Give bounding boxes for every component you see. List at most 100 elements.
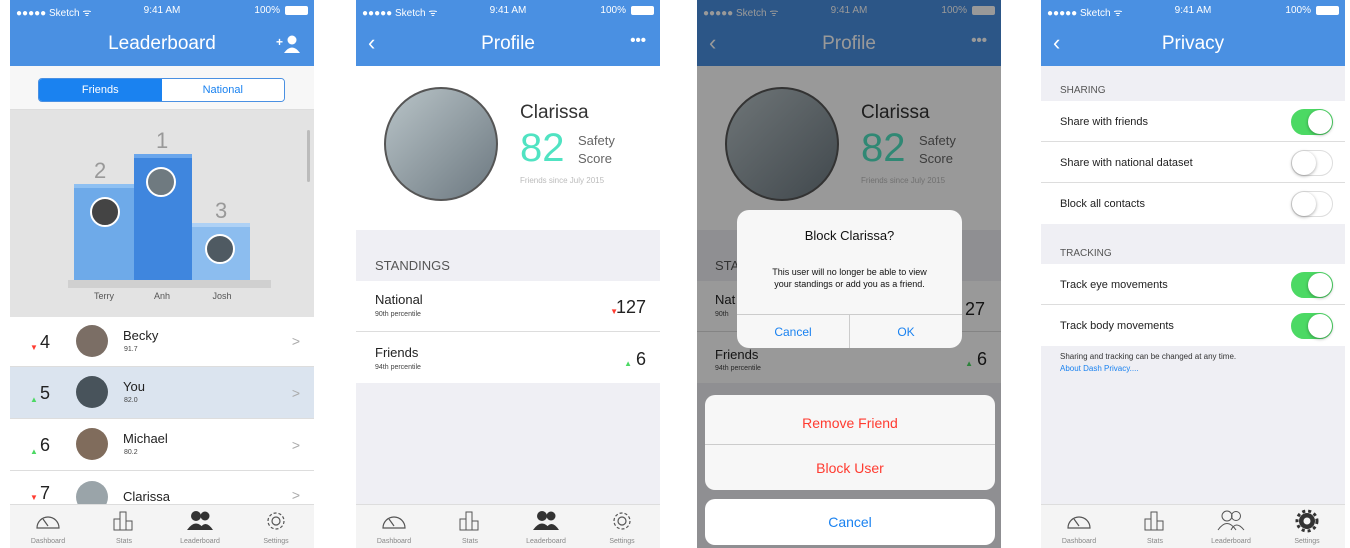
leaderboard-people-icon bbox=[533, 511, 559, 530]
trend-down-icon: ▼ bbox=[30, 493, 38, 502]
trend-up-icon: ▲ bbox=[30, 395, 38, 404]
podium-name-2: Terry bbox=[94, 291, 114, 301]
avatar-josh[interactable] bbox=[205, 234, 235, 264]
tab-label: Stats bbox=[462, 538, 478, 545]
page-title: Profile bbox=[481, 33, 535, 54]
tab-settings[interactable]: Settings bbox=[238, 505, 314, 548]
row-name: You bbox=[123, 379, 145, 394]
profile-photo bbox=[384, 87, 498, 201]
tab-stats[interactable]: Stats bbox=[432, 505, 508, 548]
remove-friend-button[interactable]: Remove Friend bbox=[705, 395, 995, 445]
trend-up-icon: ▲ bbox=[30, 447, 38, 456]
tab-bar: Dashboard Stats Leaderboard Settings bbox=[1041, 504, 1345, 548]
podium-rank-3: 3 bbox=[215, 198, 228, 223]
tracking-header: TRACKING bbox=[1060, 248, 1112, 259]
page-title: Privacy bbox=[1161, 33, 1225, 54]
setting-row-track-body[interactable]: Track body movements bbox=[1041, 305, 1345, 346]
battery-label: 100% bbox=[1285, 5, 1311, 16]
action-sheet: Remove Friend Block User bbox=[705, 395, 995, 490]
leaderboard-row-michael[interactable]: ▲ 6 Michael 80.2 > bbox=[10, 419, 314, 471]
setting-row-share-friends[interactable]: Share with friends bbox=[1041, 101, 1345, 142]
tab-settings[interactable]: Settings bbox=[1269, 505, 1345, 548]
tab-leaderboard[interactable]: Leaderboard bbox=[508, 505, 584, 548]
alert-title: Block Clarissa? bbox=[804, 228, 895, 243]
add-friend-icon[interactable]: + bbox=[276, 34, 300, 54]
privacy-link[interactable]: About Dash Privacy.... bbox=[1060, 364, 1139, 373]
trend-down-icon: ▼ bbox=[30, 343, 38, 352]
standing-label: National bbox=[375, 292, 423, 307]
safety-score: 82 bbox=[520, 126, 565, 170]
setting-label: Track eye movements bbox=[1060, 279, 1168, 291]
track-body-toggle[interactable] bbox=[1291, 313, 1333, 339]
friends-since: Friends since July 2015 bbox=[520, 176, 605, 185]
alert-cancel-button[interactable]: Cancel bbox=[737, 315, 850, 348]
battery-icon bbox=[1316, 6, 1339, 15]
leaderboard-row-becky[interactable]: ▼ 4 Becky 91.7 > bbox=[10, 317, 314, 367]
rank-label: 7 bbox=[40, 483, 51, 503]
track-eyes-toggle[interactable] bbox=[1291, 272, 1333, 298]
row-name: Becky bbox=[123, 328, 159, 343]
segment-national[interactable]: National bbox=[161, 79, 284, 101]
alert-ok-button[interactable]: OK bbox=[850, 315, 962, 348]
more-options-icon[interactable]: ••• bbox=[630, 32, 646, 49]
scroll-indicator[interactable] bbox=[307, 130, 310, 182]
standing-value: 127 bbox=[615, 297, 646, 317]
block-contacts-toggle[interactable] bbox=[1291, 191, 1333, 217]
setting-label: Share with national dataset bbox=[1060, 157, 1193, 169]
score-label: Score bbox=[578, 151, 612, 166]
status-bar: ●●●●● Sketch ᯤ 9:41 AM 100% bbox=[1041, 0, 1345, 20]
standing-row-national[interactable]: National 90th percentile ▼ 127 bbox=[356, 281, 660, 332]
chevron-right-icon: > bbox=[291, 333, 300, 349]
settings-gear-icon bbox=[1295, 509, 1319, 533]
rank-label: 6 bbox=[40, 435, 51, 455]
safety-label: Safety bbox=[578, 133, 615, 148]
tab-label: Stats bbox=[116, 538, 132, 545]
privacy-footer: Sharing and tracking can be changed at a… bbox=[1060, 352, 1237, 361]
segment-area: Friends National bbox=[10, 66, 314, 110]
tab-leaderboard[interactable]: Leaderboard bbox=[1193, 505, 1269, 548]
rank-label: 4 bbox=[40, 332, 51, 352]
setting-row-block-contacts[interactable]: Block all contacts bbox=[1041, 183, 1345, 224]
podium-rank-1: 1 bbox=[156, 128, 169, 153]
setting-label: Share with friends bbox=[1060, 116, 1149, 128]
battery-label: 100% bbox=[254, 5, 280, 16]
block-user-button[interactable]: Block User bbox=[705, 445, 995, 490]
tab-dashboard[interactable]: Dashboard bbox=[10, 505, 86, 548]
tab-label: Leaderboard bbox=[180, 538, 220, 545]
row-name: Clarissa bbox=[123, 489, 170, 504]
segment-friends[interactable]: Friends bbox=[39, 79, 162, 101]
battery-icon bbox=[285, 6, 308, 15]
avatar-terry[interactable] bbox=[90, 197, 120, 227]
standing-percentile: 90th percentile bbox=[375, 311, 421, 318]
battery-label: 100% bbox=[600, 5, 626, 16]
alert-button-row: Cancel OK bbox=[737, 314, 962, 348]
tab-stats[interactable]: Stats bbox=[86, 505, 162, 548]
tab-label: Leaderboard bbox=[526, 538, 566, 545]
leaderboard-row-you[interactable]: ▲ 5 You 82.0 > bbox=[10, 367, 314, 419]
tab-dashboard[interactable]: Dashboard bbox=[1041, 505, 1117, 548]
share-national-toggle[interactable] bbox=[1291, 150, 1333, 176]
alert-dialog: Block Clarissa? This user will no longer… bbox=[737, 210, 962, 348]
share-friends-toggle[interactable] bbox=[1291, 109, 1333, 135]
stats-bars-icon bbox=[1144, 511, 1164, 531]
setting-row-track-eyes[interactable]: Track eye movements bbox=[1041, 264, 1345, 305]
leaderboard-people-icon bbox=[187, 511, 213, 530]
dashboard-gauge-icon bbox=[382, 516, 406, 529]
svg-text:+: + bbox=[276, 35, 283, 49]
leaderboard-screen: ●●●●● Sketch ᯤ 9:41 AM 100% Leaderboard … bbox=[10, 0, 314, 548]
action-sheet-cancel-button[interactable]: Cancel bbox=[705, 499, 995, 545]
tab-leaderboard[interactable]: Leaderboard bbox=[162, 505, 238, 548]
setting-row-share-national[interactable]: Share with national dataset bbox=[1041, 142, 1345, 183]
standing-row-friends[interactable]: Friends 94th percentile ▲ 6 bbox=[356, 332, 660, 383]
tab-settings[interactable]: Settings bbox=[584, 505, 660, 548]
standing-percentile: 94th percentile bbox=[375, 364, 421, 371]
profile-header: Clarissa 82 Safety Score Friends since J… bbox=[356, 66, 660, 230]
row-score: 91.7 bbox=[124, 346, 138, 353]
avatar-anh[interactable] bbox=[146, 167, 176, 197]
podium-name-3: Josh bbox=[212, 291, 232, 301]
tab-dashboard[interactable]: Dashboard bbox=[356, 505, 432, 548]
tab-bar: Dashboard Stats Leaderboard Settings bbox=[356, 504, 660, 548]
tab-stats[interactable]: Stats bbox=[1117, 505, 1193, 548]
standing-value: 6 bbox=[635, 349, 646, 369]
profile-name: Clarissa bbox=[520, 102, 589, 123]
